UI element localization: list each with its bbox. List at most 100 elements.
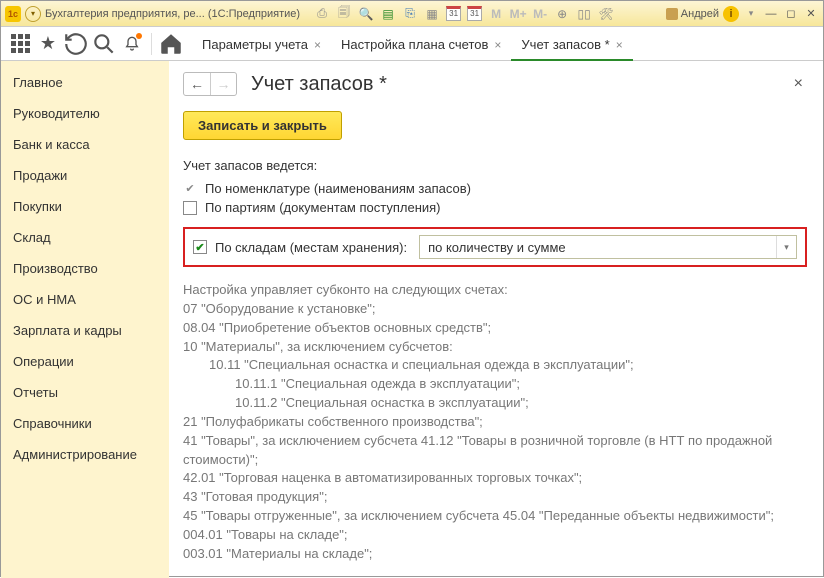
warehouse-mode-value: по количеству и сумме (420, 240, 776, 255)
warehouse-mode-select[interactable]: по количеству и сумме ▾ (419, 235, 797, 259)
tab-label: Учет запасов * (521, 37, 609, 52)
sidebar-item-6[interactable]: Производство (1, 253, 169, 284)
window-title: Бухгалтерия предприятия, ре... (1С:Предп… (45, 8, 300, 20)
tab-close-icon[interactable]: × (616, 38, 623, 52)
option-by-batch[interactable]: По партиям (документам поступления) (183, 198, 807, 217)
nav-back-button[interactable]: ← (184, 73, 210, 95)
zoom-icon[interactable]: ⊕ (554, 6, 570, 22)
sidebar-item-5[interactable]: Склад (1, 222, 169, 253)
search-icon (91, 31, 117, 57)
accounts-list: 07 "Оборудование к установке";08.04 "При… (183, 300, 807, 564)
account-line: 10 "Материалы", за исключением субсчетов… (183, 338, 807, 357)
app-logo: 1c (5, 6, 21, 22)
nav-buttons: ← → (183, 72, 237, 96)
option-by-nomenclature-label: По номенклатуре (наименованиям запасов) (205, 181, 471, 196)
sidebar: ГлавноеРуководителюБанк и кассаПродажиПо… (1, 61, 169, 578)
checkbox-unchecked[interactable] (183, 201, 197, 215)
sidebar-item-2[interactable]: Банк и касса (1, 129, 169, 160)
titlebar-tool-icons: ⎙ 🗐 🔍 ▤ ⎘ ▦ 31 31 M M+ M- ⊕ ▯▯ 🛠 (314, 6, 614, 22)
close-page-button[interactable]: × (790, 71, 807, 97)
checkmark-fixed-icon: ✔ (183, 182, 197, 196)
option-by-warehouse-label: По складам (местам хранения): (215, 240, 407, 255)
notification-dot (136, 33, 142, 39)
close-window-button[interactable]: ✕ (803, 7, 819, 21)
option-by-nomenclature: ✔ По номенклатуре (наименованиям запасов… (183, 179, 807, 198)
save-and-close-button[interactable]: Записать и закрыть (183, 111, 342, 140)
page-title: Учет запасов * (251, 73, 776, 96)
maximize-button[interactable]: ◻ (783, 7, 799, 21)
calendar-icon[interactable]: 31 (446, 6, 461, 21)
account-line: 41 "Товары", за исключением субсчета 41.… (183, 432, 807, 470)
tools-icon[interactable]: 🛠 (598, 6, 614, 22)
user-indicator[interactable]: Андрей (666, 8, 719, 20)
account-line: 45 "Товары отгруженные", за исключением … (183, 507, 807, 526)
tab-1[interactable]: Настройка плана счетов × (331, 31, 511, 61)
toolbar: ★ Параметры учета×Настройка плана счетов… (1, 27, 823, 61)
account-line: 10.11.2 "Специальная оснастка в эксплуат… (183, 394, 807, 413)
highlighted-option-row: ✔ По складам (местам хранения): по колич… (183, 227, 807, 267)
tab-0[interactable]: Параметры учета × (192, 31, 331, 61)
tab-close-icon[interactable]: × (314, 38, 321, 52)
app-menu-dropdown[interactable]: ▾ (25, 6, 41, 22)
content-header: ← → Учет запасов * × (183, 71, 807, 97)
info-icon[interactable]: i (723, 6, 739, 22)
options-lead: Учет запасов ведется: (183, 158, 807, 173)
history-button[interactable] (63, 31, 89, 57)
sidebar-item-7[interactable]: ОС и НМА (1, 284, 169, 315)
account-line: 004.01 "Товары на складе"; (183, 526, 807, 545)
sidebar-item-3[interactable]: Продажи (1, 160, 169, 191)
sidebar-item-9[interactable]: Операции (1, 346, 169, 377)
notifications-button[interactable] (119, 31, 145, 57)
memory-m-icon[interactable]: M (488, 6, 504, 22)
calculator-icon[interactable]: ▤ (380, 6, 396, 22)
user-icon (666, 8, 678, 20)
search-button[interactable] (91, 31, 117, 57)
account-line: 42.01 "Торговая наценка в автоматизирова… (183, 469, 807, 488)
memory-mplus-icon[interactable]: M+ (510, 6, 526, 22)
sidebar-item-4[interactable]: Покупки (1, 191, 169, 222)
print-preview-icon[interactable]: 🗐 (336, 6, 352, 22)
sidebar-item-1[interactable]: Руководителю (1, 98, 169, 129)
calendar-alt-icon[interactable]: 31 (467, 6, 482, 21)
account-line: 21 "Полуфабрикаты собственного производс… (183, 413, 807, 432)
main-area: ГлавноеРуководителюБанк и кассаПродажиПо… (1, 61, 823, 578)
link-icon[interactable]: ⎘ (402, 6, 418, 22)
checkbox-checked[interactable]: ✔ (193, 240, 207, 254)
history-icon (63, 31, 89, 57)
tab-label: Настройка плана счетов (341, 37, 488, 52)
sidebar-item-12[interactable]: Администрирование (1, 439, 169, 470)
tab-label: Параметры учета (202, 37, 308, 52)
panels-icon[interactable]: ▯▯ (576, 6, 592, 22)
account-line: 43 "Готовая продукция"; (183, 488, 807, 507)
tabs-bar: Параметры учета×Настройка плана счетов×У… (192, 27, 633, 61)
grid-view-icon[interactable]: ▦ (424, 6, 440, 22)
nav-forward-button[interactable]: → (210, 73, 236, 95)
apps-grid-button[interactable] (7, 31, 33, 57)
description-block: Настройка управляет субконто на следующи… (183, 281, 807, 564)
option-by-warehouse[interactable]: ✔ По складам (местам хранения): (193, 238, 407, 257)
search-doc-icon[interactable]: 🔍 (358, 6, 374, 22)
minimize-button[interactable]: — (763, 7, 779, 21)
account-line: 10.11 "Специальная оснастка и специальна… (183, 356, 807, 375)
tab-2[interactable]: Учет запасов * × (511, 31, 632, 61)
titlebar: 1c ▾ Бухгалтерия предприятия, ре... (1С:… (1, 1, 823, 27)
sidebar-item-10[interactable]: Отчеты (1, 377, 169, 408)
favorites-button[interactable]: ★ (35, 31, 61, 57)
content-pane: ← → Учет запасов * × Записать и закрыть … (169, 61, 823, 578)
home-icon (158, 31, 184, 57)
account-line: 10.11.1 "Специальная одежда в эксплуатац… (183, 375, 807, 394)
description-lead: Настройка управляет субконто на следующи… (183, 282, 508, 297)
toolbar-divider (151, 33, 152, 55)
dropdown-icon[interactable]: ▾ (776, 236, 796, 258)
home-button[interactable] (158, 31, 184, 57)
memory-mminus-icon[interactable]: M- (532, 6, 548, 22)
tab-close-icon[interactable]: × (494, 38, 501, 52)
option-by-batch-label: По партиям (документам поступления) (205, 200, 441, 215)
sidebar-item-0[interactable]: Главное (1, 67, 169, 98)
sidebar-item-11[interactable]: Справочники (1, 408, 169, 439)
sidebar-item-8[interactable]: Зарплата и кадры (1, 315, 169, 346)
info-dropdown-icon[interactable]: ▾ (743, 6, 759, 22)
account-line: 07 "Оборудование к установке"; (183, 300, 807, 319)
print-icon[interactable]: ⎙ (314, 6, 330, 22)
account-line: 003.01 "Материалы на складе"; (183, 545, 807, 564)
